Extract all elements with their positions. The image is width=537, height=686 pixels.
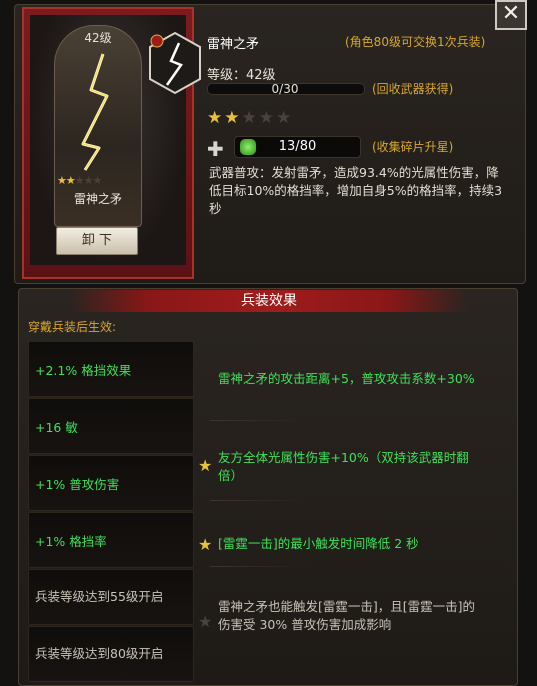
effect-row-label: +1% 格挡率: [35, 533, 107, 549]
card-stars: ★★★★★: [57, 174, 102, 187]
effect-row-label: 兵装等级达到80级开启: [35, 646, 164, 661]
weapon-star-rating: ★★★★★: [207, 108, 294, 128]
recycle-note: (回收武器获得): [372, 82, 454, 96]
weapon-card: 42级 ★★★★★ 雷神之矛: [54, 25, 142, 227]
effect-row: +1% 普攻伤害: [28, 455, 194, 511]
effect-description: [雷霆一击]的最小触发时间降低 2 秒: [218, 536, 419, 551]
effect-row-label: 兵装等级达到55级开启: [35, 589, 164, 604]
effect-description: 雷神之矛的攻击距离+5，普攻攻击系数+30%: [218, 371, 475, 386]
effect-row: +2.1% 格挡效果: [28, 341, 194, 397]
xp-progress-text: 0/30: [271, 82, 299, 96]
effect-row: 兵装等级达到80级开启: [28, 626, 194, 682]
effect-row-label: +1% 普攻伤害: [35, 476, 120, 492]
fragment-progress-bar: 13/80: [234, 136, 361, 158]
exchange-note: (角色80级可交换1次兵装): [345, 35, 486, 49]
weapon-title: 雷神之矛: [207, 37, 260, 52]
effect-row: 兵装等级达到55级开启: [28, 569, 194, 625]
star-icon: ★: [198, 612, 213, 631]
unequip-button[interactable]: 卸 下: [56, 227, 138, 255]
weapon-level: 等级：42级: [207, 68, 276, 83]
skill-description: 武器普攻：发射雷矛，造成93.4%的光属性伤害，降低目标10%的格挡率，增加自身…: [209, 165, 503, 216]
effect-row-label: +2.1% 格挡效果: [35, 362, 132, 378]
effect-description: 友方全体光属性伤害+10%（双持该武器时翻倍）: [218, 450, 469, 483]
star-icon: ★: [198, 535, 213, 554]
effects-title: 兵装效果: [70, 290, 468, 312]
divider: [210, 420, 306, 421]
fragment-note: (收集碎片升星): [372, 140, 454, 154]
effect-row-label: +16 敏: [35, 419, 78, 435]
lightning-spear-icon: [81, 53, 109, 171]
divider: [210, 500, 306, 501]
fragment-count: 13/80: [278, 139, 317, 154]
divider: [210, 566, 306, 567]
close-button[interactable]: ✕: [495, 0, 527, 30]
star-icon: ★: [198, 456, 213, 475]
effect-row: +16 敏: [28, 398, 194, 454]
effects-subtitle: 穿戴兵装后生效:: [28, 320, 117, 334]
weapon-emblem-icon: [149, 31, 201, 95]
effect-description: 雷神之矛也能触发[雷霆一击]，且[雷霆一击]的伤害受 30% 普攻伤害加成影响: [218, 599, 476, 632]
card-level: 42级: [84, 31, 112, 45]
effect-row: +1% 格挡率: [28, 512, 194, 568]
weapon-banner: 42级 ★★★★★ 雷神之矛 卸 下: [22, 7, 201, 279]
puzzle-piece-icon: ✚: [207, 137, 224, 161]
card-weapon-name: 雷神之矛: [73, 192, 122, 206]
